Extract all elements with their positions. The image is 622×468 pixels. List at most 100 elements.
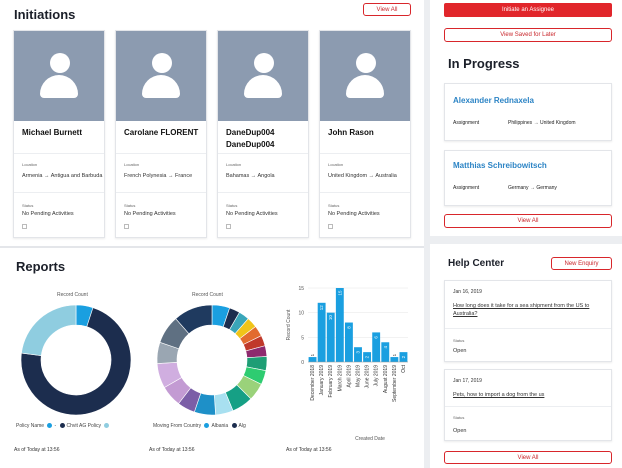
x-tick-label: May 2019 [356, 365, 362, 387]
new-enquiry-button[interactable]: New Enquiry [551, 257, 612, 270]
location-label: Location [22, 162, 38, 167]
avatar [320, 31, 410, 121]
person-icon [50, 53, 70, 73]
initiation-name[interactable]: Carolane FLORENT [124, 127, 204, 139]
status-checkbox[interactable] [328, 224, 333, 229]
location-label: Location [226, 162, 242, 167]
divider [445, 328, 611, 329]
assignment-label: Assignment [453, 120, 480, 126]
in-progress-title: In Progress [448, 56, 520, 71]
view-saved-button[interactable]: View Saved for Later [444, 28, 612, 42]
assignee-name[interactable]: Alexander Rednaxela [453, 96, 534, 105]
status-checkbox[interactable] [226, 224, 231, 229]
bar[interactable] [381, 342, 390, 362]
assignment-route: Germany → Germany [508, 185, 557, 191]
initiation-card[interactable]: John Rason Location United Kingdom → Austr… [319, 30, 411, 238]
y-tick-label: 0 [301, 360, 304, 366]
location-value: United Kingdom → Australia [328, 173, 397, 179]
location-value: Bahamas → Angola [226, 173, 275, 179]
legend-item-albania: Albania [211, 423, 229, 429]
initiation-name[interactable]: Michael Burnett [22, 127, 102, 139]
status-label: Status [226, 203, 238, 208]
country-donut-chart[interactable] [156, 304, 268, 416]
avatar [14, 31, 104, 121]
enquiry-date: Jan 16, 2019 [453, 289, 482, 295]
enquiry-card[interactable]: Jan 17, 2019 Pets, how to import a dog f… [444, 369, 612, 441]
initiation-name[interactable]: DaneDup004 DaneDup004 [226, 127, 306, 151]
enquiry-question-link[interactable]: Pets, how to import a dog from the us [453, 391, 605, 399]
divider [14, 192, 104, 193]
status-value: No Pending Activities [22, 211, 74, 217]
legend-dot-icon [231, 423, 237, 429]
initiation-card[interactable]: Carolane FLORENT Location French Polynesia… [115, 30, 207, 238]
policy-donut-chart[interactable] [20, 304, 132, 416]
enquiry-status-label: Status [453, 415, 465, 420]
status-label: Status [22, 203, 34, 208]
x-tick-label: February 2019 [328, 365, 334, 398]
legend-dot-icon [104, 423, 110, 429]
bar-data-label: 1 [392, 353, 397, 356]
help-center-title: Help Center [448, 258, 505, 269]
in-progress-card[interactable]: Alexander Rednaxela Assignment Philippin… [444, 83, 612, 141]
assignment-label: Assignment [453, 185, 480, 191]
enquiry-question-link[interactable]: How long does it take for a sea shipment… [453, 302, 605, 318]
legend-dot-icon [47, 423, 53, 429]
initiation-card[interactable]: Michael Burnett Location Armenia → Antigua… [13, 30, 105, 238]
x-tick-label: Oct [401, 364, 407, 372]
bar-data-label: 10 [328, 315, 333, 321]
person-icon [40, 75, 78, 98]
initiation-card[interactable]: DaneDup004 DaneDup004 Location Bahamas → A… [217, 30, 309, 238]
bar[interactable] [354, 347, 362, 362]
initiation-name[interactable]: John Rason [328, 127, 408, 139]
legend-dot-icon [204, 423, 210, 429]
enquiry-status: Open [453, 428, 467, 434]
x-tick-label: December 2018 [310, 365, 316, 401]
bar[interactable] [390, 357, 399, 362]
chart1-legend: Policy Name - Chvit AG Policy [16, 423, 111, 429]
x-tick-label: June 2019 [365, 365, 371, 389]
person-icon [356, 53, 376, 73]
in-progress-view-all-button[interactable]: View All [444, 214, 612, 228]
location-label: Location [124, 162, 140, 167]
divider [320, 192, 410, 193]
policy-slice[interactable] [21, 304, 77, 356]
bar[interactable] [317, 302, 326, 362]
status-checkbox[interactable] [22, 224, 27, 229]
assignee-name[interactable]: Matthias Schreibowitsch [453, 161, 547, 170]
bar[interactable] [335, 288, 344, 362]
initiate-assignee-button[interactable]: Initiate an Assignee [444, 3, 612, 17]
x-tick-label: April 2019 [346, 365, 352, 388]
status-value: No Pending Activities [124, 211, 176, 217]
chart2-title: Record Count [192, 292, 223, 298]
avatar [218, 31, 308, 121]
person-icon [346, 75, 384, 98]
legend-dot-icon [59, 423, 65, 429]
bar-data-label: 1 [310, 353, 315, 356]
status-checkbox[interactable] [124, 224, 129, 229]
y-tick-label: 5 [301, 335, 304, 341]
chart3-as-of: As of Today at 13:56 [286, 447, 332, 453]
person-icon [142, 75, 180, 98]
x-axis-label: Created Date [355, 436, 385, 442]
enquiry-status-label: Status [453, 338, 465, 343]
x-tick-label: August 2019 [383, 365, 389, 393]
divider [218, 192, 308, 193]
divider [116, 192, 206, 193]
assignment-route: Philippines → United Kingdom [508, 120, 576, 126]
x-tick-label: March 2019 [337, 365, 343, 392]
x-tick-label: July 2019 [374, 365, 380, 387]
status-label: Status [124, 203, 136, 208]
location-value: French Polynesia → France [124, 173, 193, 179]
help-view-all-button[interactable]: View All [444, 451, 612, 464]
chart2-legend-title: Moving From Country [153, 423, 202, 429]
initiations-view-all-button[interactable]: View All [363, 3, 411, 16]
enquiry-status: Open [453, 348, 467, 354]
initiations-section: Initiations View All Michael Burnett Loca… [0, 0, 424, 244]
avatar [116, 31, 206, 121]
in-progress-card[interactable]: Matthias Schreibowitsch Assignment Germa… [444, 150, 612, 206]
enquiry-card[interactable]: Jan 16, 2019 How long does it take for a… [444, 280, 612, 362]
created-date-bar-chart[interactable]: 0 5 10 15 Record Count 1 December 2018 12 Januar… [280, 284, 414, 444]
divider [218, 153, 308, 154]
person-icon [244, 75, 282, 98]
bar[interactable] [308, 357, 317, 362]
